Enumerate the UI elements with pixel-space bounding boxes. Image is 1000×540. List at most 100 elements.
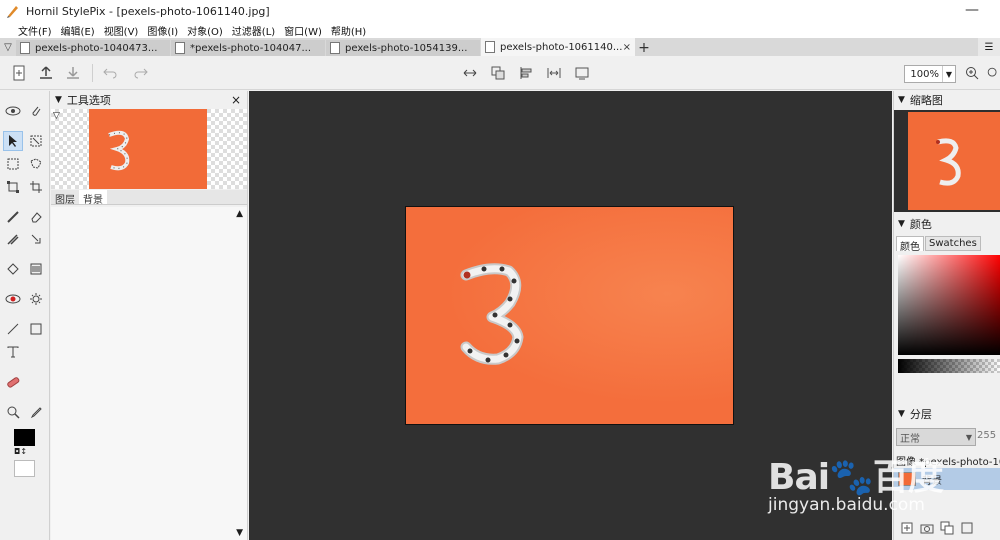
gradient-icon[interactable]: [26, 259, 46, 279]
pin-icon[interactable]: ▽: [53, 111, 60, 121]
tab-document-1[interactable]: pexels-photo-1040473...: [16, 40, 170, 56]
paperclip-icon[interactable]: [26, 101, 46, 121]
tab-document-4[interactable]: pexels-photo-1061140... ×: [481, 38, 635, 56]
panel-toggle-icon[interactable]: ☰: [978, 38, 1000, 56]
foreground-color-swatch[interactable]: [14, 429, 35, 446]
redo-icon[interactable]: [131, 64, 151, 82]
zoom-in-icon[interactable]: [962, 64, 982, 82]
tab-close-icon[interactable]: ×: [623, 42, 631, 53]
download-icon[interactable]: [63, 64, 83, 82]
blend-mode-value: 正常: [900, 433, 920, 445]
clone-stamp-icon[interactable]: [3, 229, 23, 249]
right-dock-panel: ▼ 缩略图 ▼ 颜色 颜色 Swatches ▼ 分层 正常 ▼ 255 图像 …: [893, 91, 1000, 540]
close-panel-icon[interactable]: ×: [231, 93, 241, 107]
tab-document-2[interactable]: *pexels-photo-104047...: [171, 40, 325, 56]
eyedropper-icon[interactable]: [26, 402, 46, 422]
zoom-level-value: 100%: [910, 68, 939, 80]
smudge-icon[interactable]: [26, 229, 46, 249]
new-layer-icon[interactable]: [900, 521, 914, 535]
brush-icon[interactable]: [3, 207, 23, 227]
toolbar-separator: [92, 64, 93, 82]
rectangle-shape-icon[interactable]: [26, 319, 46, 339]
canvas-size-icon[interactable]: [572, 64, 592, 82]
camera-icon[interactable]: [920, 521, 934, 535]
menu-object[interactable]: 对象(O): [187, 23, 223, 38]
align-icon[interactable]: [516, 64, 536, 82]
layers-header[interactable]: ▼ 分层: [894, 405, 1000, 423]
layers-title: 分层: [909, 408, 932, 421]
eraser-icon[interactable]: [26, 207, 46, 227]
new-tab-button[interactable]: +: [636, 40, 652, 56]
thumbnail-header[interactable]: ▼ 缩略图: [894, 91, 1000, 109]
blend-mode-select[interactable]: 正常 ▼: [896, 428, 976, 446]
chevron-down-icon[interactable]: ▼: [966, 433, 972, 442]
brightness-icon[interactable]: [26, 289, 46, 309]
tab-background[interactable]: 背景: [79, 190, 107, 206]
canvas-workspace[interactable]: [249, 91, 892, 540]
chevron-down-icon[interactable]: ▼: [942, 66, 955, 82]
scroll-down-icon[interactable]: ▼: [236, 528, 243, 538]
menu-file[interactable]: 文件(F): [18, 23, 52, 38]
upload-icon[interactable]: [36, 64, 56, 82]
tool-options-header[interactable]: ▼ 工具选项 ×: [51, 91, 247, 109]
zoom-level-select[interactable]: 100% ▼: [904, 65, 956, 83]
tool-options-content: ▲ ▼: [51, 207, 247, 540]
select-arrow-icon[interactable]: [3, 131, 23, 151]
tab-document-3[interactable]: pexels-photo-1054139...: [326, 40, 480, 56]
view-eye-icon[interactable]: [3, 101, 23, 121]
menu-help[interactable]: 帮助(H): [331, 23, 366, 38]
minimize-button[interactable]: —: [964, 2, 980, 18]
chain-number-three-graphic: [936, 138, 961, 186]
color-picker-field[interactable]: [898, 255, 1000, 355]
opacity-value[interactable]: 255: [977, 430, 996, 441]
fill-bucket-icon[interactable]: [3, 259, 23, 279]
flip-horizontal-icon[interactable]: [460, 64, 480, 82]
menu-filter[interactable]: 过滤器(L): [232, 23, 275, 38]
duplicate-layer-icon[interactable]: [940, 521, 954, 535]
tool-strip: ◘↕: [0, 91, 50, 540]
red-eye-icon[interactable]: [3, 289, 23, 309]
undo-icon[interactable]: [100, 64, 120, 82]
tab-swatches[interactable]: Swatches: [925, 236, 981, 251]
transform-icon[interactable]: [3, 177, 23, 197]
arrange-icon[interactable]: [488, 64, 508, 82]
menu-view[interactable]: 视图(V): [104, 23, 139, 38]
document-image[interactable]: [405, 206, 734, 425]
swap-colors-icon[interactable]: ◘↕: [14, 447, 27, 456]
line-icon[interactable]: [3, 319, 23, 339]
chain-number-three-graphic: [108, 130, 130, 171]
alpha-slider[interactable]: [898, 359, 1000, 373]
thumbnail-title: 缩略图: [909, 94, 943, 107]
title-bar: Hornil StylePix - [pexels-photo-1061140.…: [0, 0, 1000, 22]
tab-layer[interactable]: 图层: [51, 190, 79, 206]
bandage-icon[interactable]: [3, 372, 23, 392]
layer-row-background[interactable]: 背景: [894, 468, 1000, 490]
rect-marquee-icon[interactable]: [3, 154, 23, 174]
menu-window[interactable]: 窗口(W): [284, 23, 322, 38]
menu-edit[interactable]: 编辑(E): [61, 23, 95, 38]
color-header[interactable]: ▼ 颜色: [894, 215, 1000, 233]
zoom-out-icon[interactable]: [986, 64, 1000, 82]
navigator-thumbnail[interactable]: [894, 110, 1000, 212]
crop-select-icon[interactable]: [26, 131, 46, 151]
collapse-chevron-icon[interactable]: ▼: [898, 409, 905, 419]
crop-icon[interactable]: [26, 177, 46, 197]
new-document-icon[interactable]: [9, 64, 29, 82]
lasso-icon[interactable]: [26, 154, 46, 174]
zoom-tool-icon[interactable]: [3, 402, 23, 422]
tab-label: pexels-photo-1054139...: [345, 42, 468, 54]
tab-color[interactable]: 颜色: [896, 236, 924, 253]
collapse-chevron-icon[interactable]: ▼: [55, 95, 62, 105]
preview-image: [89, 109, 207, 189]
scroll-up-icon[interactable]: ▲: [236, 209, 243, 219]
text-tool-icon[interactable]: [3, 342, 23, 362]
collapse-chevron-icon[interactable]: ▼: [898, 219, 905, 229]
collapse-chevron-icon[interactable]: ▼: [898, 95, 905, 105]
menu-image[interactable]: 图像(I): [147, 23, 178, 38]
window-title: Hornil StylePix - [pexels-photo-1061140.…: [26, 4, 270, 18]
background-color-swatch[interactable]: [14, 460, 35, 477]
tool-options-panel: ▼ 工具选项 × ▽ 图层 背景 ▲ ▼: [51, 91, 248, 540]
merge-layer-icon[interactable]: [960, 521, 974, 535]
distribute-icon[interactable]: [544, 64, 564, 82]
tab-list-chevron-icon[interactable]: ▽: [0, 38, 16, 56]
